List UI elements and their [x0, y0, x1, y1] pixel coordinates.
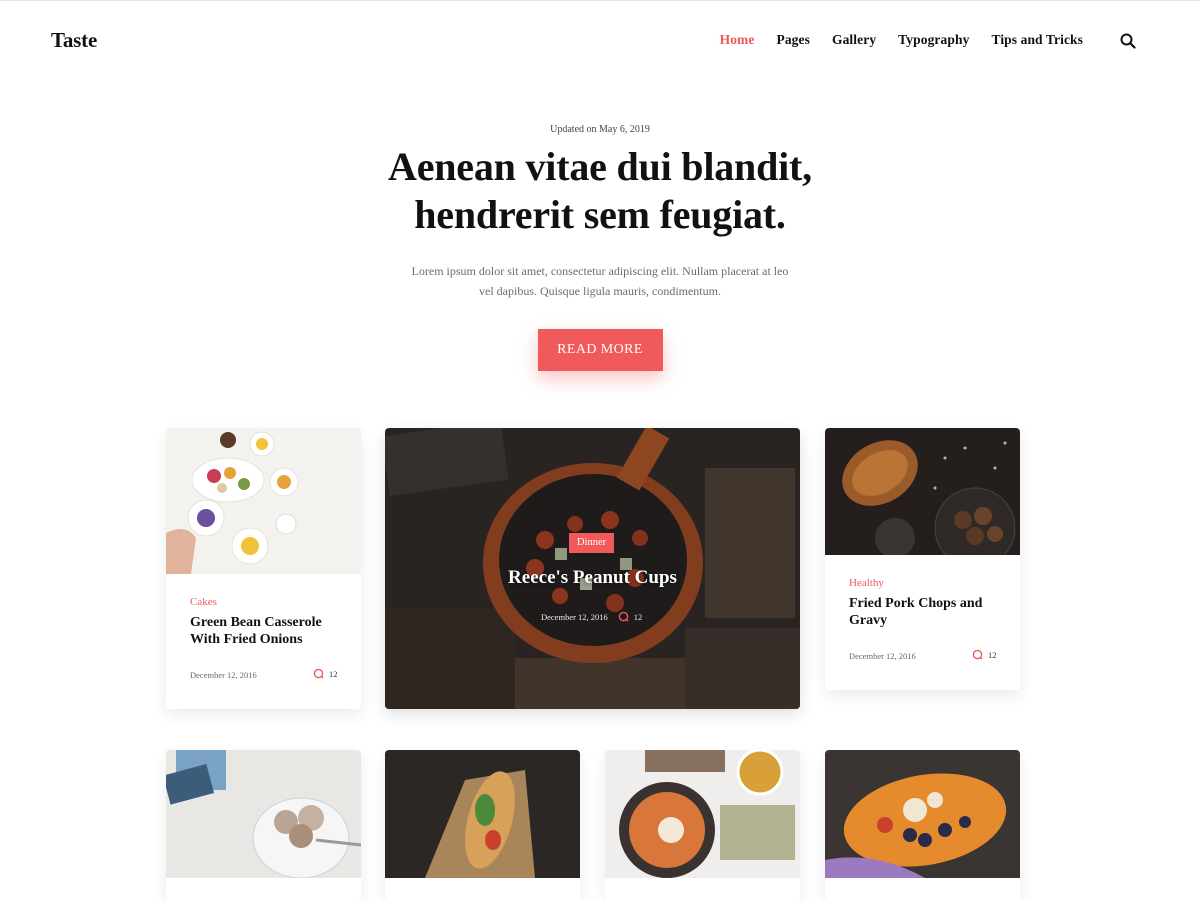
read-more-button[interactable]: READ MORE	[537, 329, 663, 371]
comment-count[interactable]: 12	[313, 668, 338, 679]
post-date: December 12, 2016	[190, 670, 257, 680]
post-card[interactable]	[605, 750, 800, 900]
comment-icon	[972, 649, 983, 660]
hero-title-line-1: Aenean vitae dui blandit,	[388, 144, 812, 189]
nav-item-tips-and-tricks[interactable]: Tips and Tricks	[991, 32, 1083, 48]
papaya-bowl-photo	[825, 750, 1020, 878]
comment-icon	[618, 611, 629, 622]
nav-item-typography[interactable]: Typography	[898, 32, 969, 48]
croissant-photo	[825, 428, 1020, 555]
nav-item-pages[interactable]: Pages	[776, 32, 810, 48]
post-date: December 12, 2016	[541, 611, 608, 622]
post-card[interactable]	[385, 750, 580, 900]
search-icon[interactable]	[1120, 33, 1136, 49]
post-image[interactable]	[166, 428, 361, 574]
site-logo[interactable]: Taste	[51, 28, 97, 53]
nav-item-gallery[interactable]: Gallery	[832, 32, 876, 48]
post-date: December 12, 2016	[849, 651, 916, 661]
post-card[interactable]	[166, 750, 361, 900]
post-card[interactable]	[825, 750, 1020, 900]
hero-title-line-2: hendrerit sem feugiat.	[414, 192, 786, 237]
main-nav: Home Pages Gallery Typography Tips and T…	[720, 32, 1083, 48]
post-category-badge[interactable]: Dinner	[569, 533, 615, 553]
hero-subtitle: Lorem ipsum dolor sit amet, consectetur …	[411, 264, 789, 298]
post-category[interactable]: Healthy	[849, 577, 884, 589]
sandwich-photo	[385, 750, 580, 878]
comment-count[interactable]: 12	[972, 649, 997, 660]
comment-count-value: 12	[988, 649, 997, 660]
post-title[interactable]: Fried Pork Chops and Gravy	[849, 595, 999, 629]
ice-cream-bowl-photo	[166, 750, 361, 879]
comment-count[interactable]: 12	[618, 611, 643, 622]
post-title[interactable]: Green Bean Casserole With Fried Onions	[190, 614, 340, 648]
featured-post-title[interactable]: Reece's Peanut Cups	[385, 567, 800, 589]
hero-section: Updated on May 6, 2019 Aenean vitae dui …	[300, 124, 900, 371]
top-border	[0, 0, 1200, 1]
post-card-cakes[interactable]: Cakes Green Bean Casserole With Fried On…	[166, 428, 361, 709]
featured-post-card[interactable]: Dinner Reece's Peanut Cups December 12, …	[385, 428, 800, 709]
post-category[interactable]: Cakes	[190, 596, 217, 608]
featured-post-meta: December 12, 2016 12	[541, 611, 642, 622]
post-image[interactable]	[825, 428, 1020, 555]
soup-bowl-photo	[605, 750, 800, 878]
food-platter-photo	[166, 428, 361, 574]
nav-item-home[interactable]: Home	[720, 32, 755, 48]
updated-date: Updated on May 6, 2019	[550, 124, 650, 135]
comment-count-value: 12	[329, 668, 338, 679]
post-card-healthy[interactable]: Healthy Fried Pork Chops and Gravy Decem…	[825, 428, 1020, 690]
hero-title: Aenean vitae dui blandit, hendrerit sem …	[300, 143, 900, 239]
comment-count-value: 12	[633, 611, 643, 622]
comment-icon	[313, 668, 324, 679]
